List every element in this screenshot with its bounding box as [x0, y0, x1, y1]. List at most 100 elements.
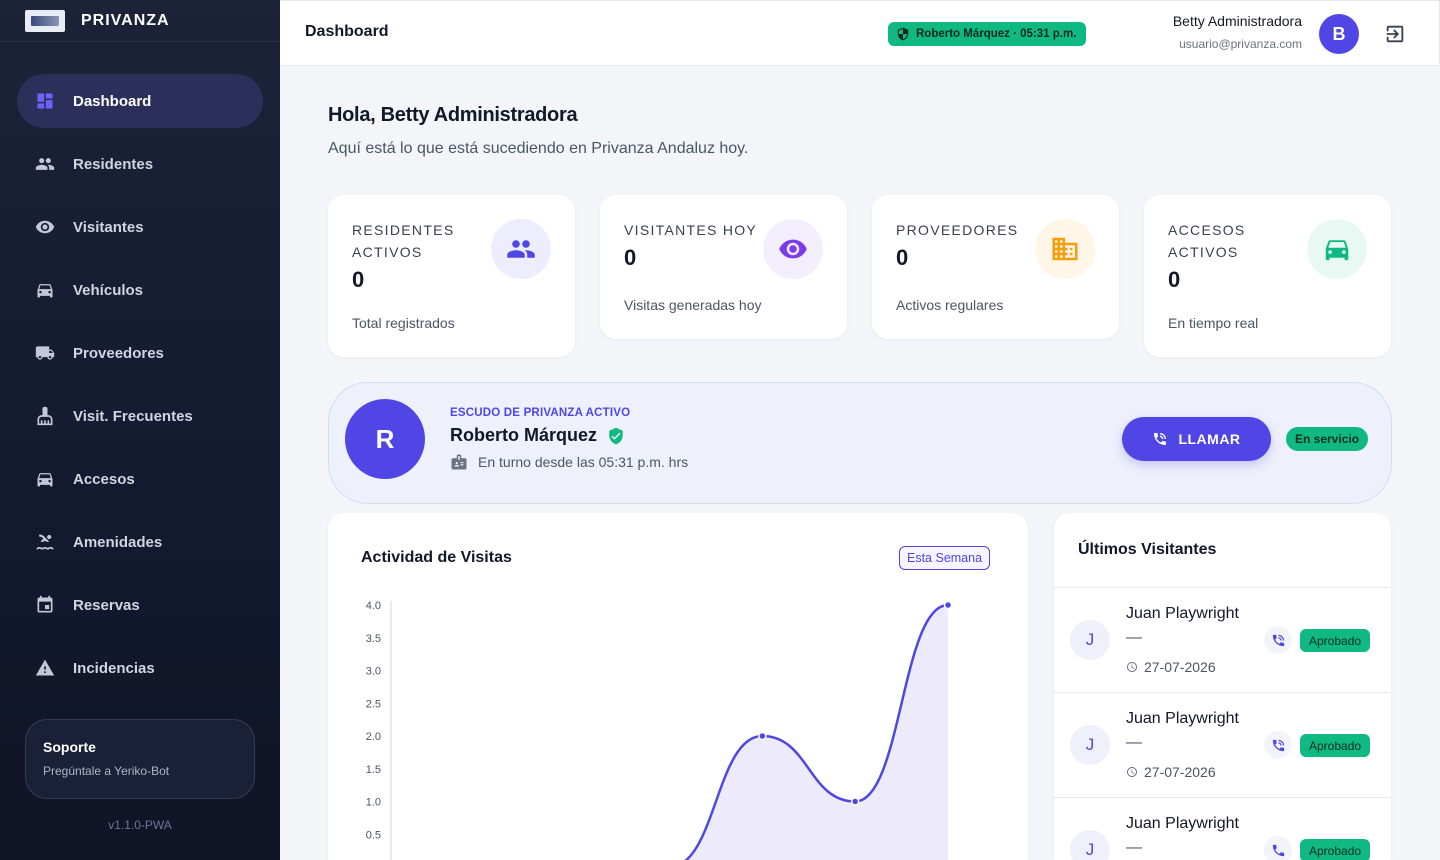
data-point[interactable] [850, 797, 860, 806]
visitor-date-row: 27-07-2026 [1126, 659, 1216, 675]
sidebar-item-amenidades[interactable]: Amenidades [17, 515, 263, 569]
clock-icon [1127, 767, 1137, 777]
list-item[interactable]: J Juan Playwright — 27-07-2026 Aprobado [1054, 797, 1391, 860]
stat-card-accesos: ACCESOS ACTIVOS 0 En tiempo real [1144, 195, 1391, 357]
visitor-date: 27-07-2026 [1144, 764, 1216, 780]
list-item[interactable]: J Juan Playwright — 27-07-2026 Aprobado [1054, 587, 1391, 692]
visitors-list: J Juan Playwright — 27-07-2026 Aprobado … [1054, 587, 1391, 860]
activity-chart-card: Actividad de Visitas Esta Semana 4.0 3.5 3… [328, 513, 1028, 860]
page-title: Dashboard [305, 23, 389, 40]
truck-icon [35, 343, 55, 363]
sidebar-item-label: Incidencias [73, 659, 155, 677]
list-item[interactable]: J Juan Playwright — 27-07-2026 Aprobado [1054, 692, 1391, 797]
user-email: usuario@privanza.com [1179, 37, 1302, 51]
active-guard-card: R ESCUDO DE PRIVANZA ACTIVO Roberto Márq… [328, 382, 1392, 504]
avatar[interactable]: B [1319, 14, 1359, 54]
guard-label: ESCUDO DE PRIVANZA ACTIVO [450, 407, 631, 419]
support-card[interactable]: Soporte Pregúntale a Yeriko-Bot [25, 719, 255, 799]
stat-note: Activos regulares [896, 297, 1004, 313]
visitor-name: Juan Playwright [1126, 605, 1239, 622]
sidebar-item-label: Reservas [73, 596, 140, 614]
y-tick-label: 3.0 [366, 666, 381, 678]
y-tick-label: 4.0 [366, 600, 381, 612]
stat-title: VISITANTES HOY [624, 222, 758, 238]
app-version: v1.1.0-PWA [108, 818, 172, 832]
eye-icon [763, 219, 823, 279]
clock-icon [1127, 662, 1137, 672]
phone-icon [1154, 433, 1167, 445]
y-tick-label: 2.0 [366, 731, 381, 743]
visitor-date: 27-07-2026 [1144, 659, 1216, 675]
people-icon [35, 154, 55, 174]
logout-icon [1386, 25, 1404, 43]
building-icon [1035, 219, 1095, 279]
y-tick-label: 1.5 [366, 764, 381, 776]
verified-shield-icon [609, 427, 623, 444]
car-icon [1307, 219, 1367, 279]
sidebar-item-vehiculos[interactable]: Vehículos [17, 263, 263, 317]
eye-icon [35, 217, 55, 237]
pool-icon [35, 532, 55, 552]
call-button-label: LLAMAR [1178, 431, 1241, 447]
stat-card-visitantes: VISITANTES HOY 0 Visitas generadas hoy [600, 195, 847, 339]
call-guard-button[interactable]: LLAMAR [1122, 417, 1271, 461]
y-tick-label: 1.0 [366, 797, 381, 809]
sidebar-item-visit-frecuentes[interactable]: Visit. Frecuentes [17, 389, 263, 443]
visitor-avatar: J [1070, 725, 1110, 765]
sidebar-item-proveedores[interactable]: Proveedores [17, 326, 263, 380]
phone-icon [1272, 634, 1284, 646]
stat-note: Visitas generadas hoy [624, 297, 762, 313]
people-icon [491, 219, 551, 279]
greeting-title: Hola, Betty Administradora [328, 104, 578, 126]
data-point[interactable] [758, 731, 767, 741]
series-area [686, 605, 948, 860]
y-tick-label: 2.5 [366, 698, 381, 710]
sidebar: PRIVANZA Dashboard Residentes Visitantes… [0, 0, 280, 860]
sidebar-item-incidencias[interactable]: Incidencias [17, 641, 263, 695]
sidebar-item-residentes[interactable]: Residentes [17, 137, 263, 191]
status-badge: Aprobado [1300, 629, 1371, 652]
data-point[interactable] [943, 600, 953, 610]
sidebar-item-accesos[interactable]: Accesos [17, 452, 263, 506]
status-badge: Aprobado [1300, 734, 1371, 757]
stat-card-residentes: RESIDENTES ACTIVOS 0 Total registrados [328, 195, 575, 357]
support-title: Soporte [43, 739, 96, 755]
logout-button[interactable] [1384, 23, 1406, 45]
user-name: Betty Administradora [1172, 13, 1302, 29]
stat-title: PROVEEDORES [896, 222, 1019, 238]
stat-value: 0 [624, 245, 637, 270]
phone-icon [1272, 844, 1284, 856]
visitor-avatar: J [1070, 830, 1110, 860]
stat-value: 0 [352, 267, 365, 292]
calendar-icon [35, 595, 55, 615]
shield-icon [897, 27, 909, 41]
dashboard-icon [35, 91, 55, 111]
visitor-detail: — [1126, 839, 1142, 856]
guard-name-row: Roberto Márquez [450, 425, 625, 446]
brand: PRIVANZA [0, 0, 280, 42]
call-visitor-button[interactable] [1264, 626, 1292, 654]
sidebar-item-visitantes[interactable]: Visitantes [17, 200, 263, 254]
y-tick-label: 0.5 [366, 829, 381, 841]
badge-icon [451, 454, 467, 470]
brand-logo [25, 9, 65, 32]
call-visitor-button[interactable] [1264, 731, 1292, 759]
status-badge: En servicio [1286, 427, 1369, 451]
visitor-date-row: 27-07-2026 [1126, 764, 1216, 780]
call-visitor-button[interactable] [1264, 836, 1292, 860]
guard-status-pill: Roberto Márquez · 05:31 p.m. [888, 22, 1087, 46]
visitor-name: Juan Playwright [1126, 815, 1239, 832]
sidebar-item-dashboard[interactable]: Dashboard [17, 74, 263, 128]
sidebar-item-label: Dashboard [73, 92, 152, 110]
phone-icon [1272, 739, 1284, 751]
stat-note: Total registrados [352, 315, 455, 331]
sidebar-item-label: Residentes [73, 155, 154, 173]
stat-value: 0 [1168, 267, 1181, 292]
y-tick-label: 3.5 [366, 633, 381, 645]
sidebar-item-label: Visit. Frecuentes [73, 407, 193, 425]
stat-title: ACCESOS ACTIVOS [1168, 222, 1246, 260]
guard-pill-text: Roberto Márquez · 05:31 p.m. [916, 28, 1077, 40]
greeting-subtitle: Aquí está lo que está sucediendo en Priv… [328, 140, 749, 157]
cleaning-icon [35, 406, 55, 426]
sidebar-item-reservas[interactable]: Reservas [17, 578, 263, 632]
